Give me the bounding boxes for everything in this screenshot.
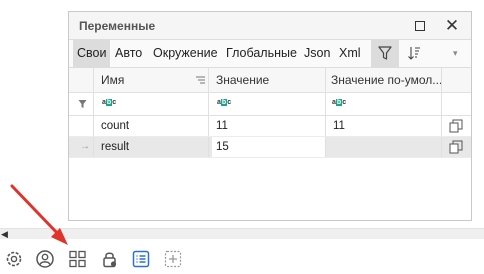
- column-sort-icon: [196, 76, 205, 84]
- add-box-icon: [164, 250, 182, 268]
- list-icon: [132, 250, 150, 268]
- lock-icon: [103, 252, 117, 268]
- maximize-icon[interactable]: [410, 16, 430, 36]
- copy-icon[interactable]: [449, 140, 463, 154]
- column-default-header[interactable]: Значение по-умол...: [331, 68, 442, 92]
- name-filter-input[interactable]: abc: [102, 98, 116, 108]
- user-circle-icon: [36, 250, 54, 268]
- row-default-cell[interactable]: 11: [333, 116, 345, 136]
- tab-json[interactable]: Json: [300, 40, 334, 67]
- grid-header: Имя Значение Значение по-умол...: [69, 68, 471, 93]
- table-row[interactable]: → result 15: [69, 137, 471, 158]
- tab-own[interactable]: Свои: [73, 40, 111, 67]
- gear-icon: [6, 251, 22, 267]
- panel-title: Переменные: [79, 19, 156, 33]
- default-filter-input[interactable]: abc: [332, 98, 346, 108]
- table-row[interactable]: count 11 11: [69, 116, 471, 137]
- grid-icon: [69, 250, 86, 268]
- row-value-cell[interactable]: 15: [212, 137, 325, 157]
- filter-row: abc abc abc: [69, 93, 471, 116]
- bottom-toolbar: [0, 244, 484, 274]
- filter-icon: [378, 46, 392, 60]
- filter-button[interactable]: [371, 40, 399, 67]
- tab-xml[interactable]: Xml: [335, 40, 365, 67]
- tab-auto[interactable]: Авто: [111, 40, 146, 67]
- sort-icon: [408, 47, 420, 60]
- lock-button[interactable]: [100, 249, 122, 271]
- list-view-button[interactable]: [131, 249, 153, 271]
- panel-splitter[interactable]: ◀: [0, 228, 484, 239]
- tabs-dropdown-icon[interactable]: ▾: [453, 40, 458, 67]
- add-panel-button[interactable]: [163, 249, 185, 271]
- settings-button[interactable]: [4, 249, 26, 271]
- close-icon[interactable]: ✕: [442, 16, 462, 36]
- filter-row-icon: [78, 100, 87, 108]
- row-value-cell[interactable]: 11: [216, 116, 228, 136]
- column-name-header[interactable]: Имя: [101, 68, 124, 92]
- tab-global[interactable]: Глобальные: [222, 40, 301, 67]
- value-filter-input[interactable]: abc: [217, 98, 231, 108]
- tab-bar: Свои Авто Окружение Глобальные Json Xml …: [69, 40, 471, 68]
- variables-panel: Переменные ✕ Свои Авто Окружение Глобаль…: [68, 11, 472, 221]
- row-name-cell[interactable]: result: [101, 137, 129, 157]
- current-row-indicator: →: [80, 141, 90, 152]
- profile-button[interactable]: [35, 249, 57, 271]
- panel-header: Переменные ✕: [69, 12, 471, 40]
- row-name-cell[interactable]: count: [101, 116, 129, 136]
- tab-environment[interactable]: Окружение: [149, 40, 222, 67]
- sort-button[interactable]: [400, 40, 428, 67]
- column-value-header[interactable]: Значение: [216, 68, 269, 92]
- grid-view-button[interactable]: [68, 249, 90, 271]
- collapse-arrow-icon[interactable]: ◀: [1, 229, 8, 239]
- copy-icon[interactable]: [449, 119, 463, 133]
